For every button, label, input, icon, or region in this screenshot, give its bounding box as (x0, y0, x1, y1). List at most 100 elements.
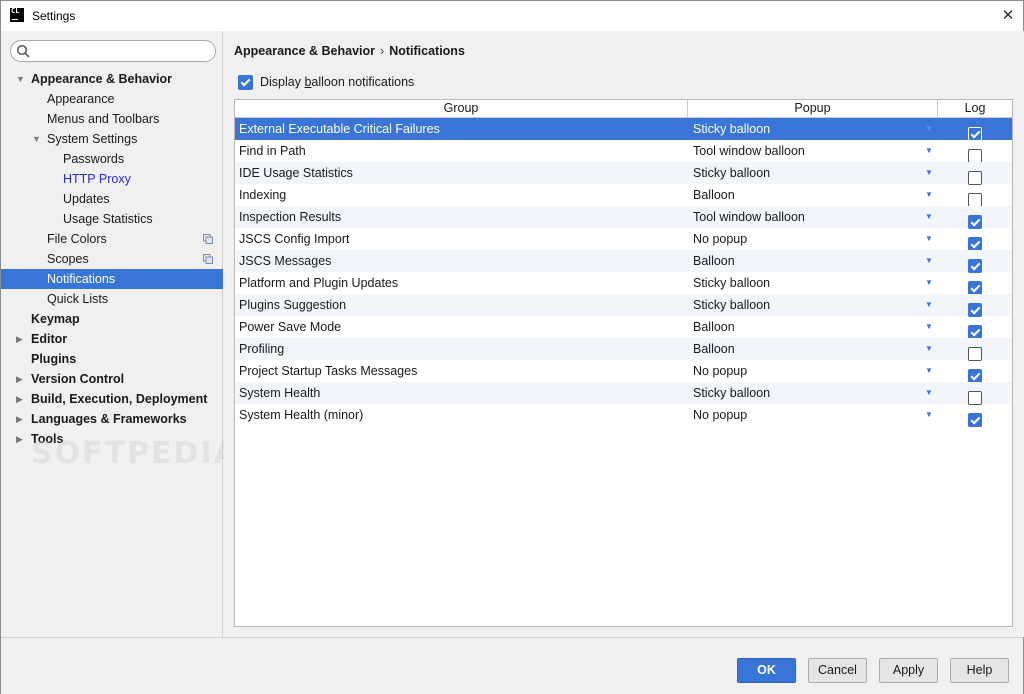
log-checkbox[interactable] (968, 302, 982, 317)
group-cell: Plugins Suggestion (239, 298, 347, 312)
collapsed-arrow-icon[interactable]: ▶ (16, 389, 26, 409)
group-cell: Platform and Plugin Updates (239, 276, 399, 290)
search-input[interactable] (35, 43, 210, 59)
popup-dropdown-value[interactable]: Balloon (693, 250, 735, 272)
log-checkbox[interactable] (968, 126, 982, 141)
log-checkbox[interactable] (968, 214, 982, 229)
dropdown-caret-icon[interactable]: ▼ (925, 162, 933, 184)
sidebar-item[interactable]: File Colors (1, 229, 223, 249)
sidebar-item[interactable]: ▼ Appearance & Behavior (1, 69, 223, 89)
expanded-arrow-icon[interactable]: ▼ (32, 129, 42, 149)
log-checkbox[interactable] (968, 192, 982, 207)
collapsed-arrow-icon[interactable]: ▶ (16, 429, 26, 449)
log-checkbox[interactable] (968, 346, 982, 361)
dropdown-caret-icon[interactable]: ▼ (925, 294, 933, 316)
dropdown-caret-icon[interactable]: ▼ (925, 360, 933, 382)
dropdown-caret-icon[interactable]: ▼ (925, 338, 933, 360)
table-row[interactable]: IDE Usage Statistics Sticky balloon ▼ (235, 162, 1012, 185)
sidebar-item[interactable]: Updates (1, 189, 223, 209)
sidebar-item[interactable]: ▶ Version Control (1, 369, 223, 389)
collapsed-arrow-icon[interactable]: ▶ (16, 409, 26, 429)
ok-button[interactable]: OK (737, 658, 796, 683)
display-balloon-checkbox[interactable] (238, 75, 253, 90)
sidebar-item[interactable]: Usage Statistics (1, 209, 223, 229)
apply-button[interactable]: Apply (879, 658, 938, 683)
log-checkbox[interactable] (968, 324, 982, 339)
dropdown-caret-icon[interactable]: ▼ (925, 140, 933, 162)
close-icon[interactable]: ✕ (997, 5, 1019, 27)
cancel-button[interactable]: Cancel (808, 658, 867, 683)
table-row[interactable]: Plugins Suggestion Sticky balloon ▼ (235, 294, 1012, 317)
popup-dropdown-value[interactable]: Sticky balloon (693, 272, 770, 294)
sidebar-item-label: Languages & Frameworks (31, 412, 187, 426)
sidebar-item[interactable]: Scopes (1, 249, 223, 269)
popup-dropdown-value[interactable]: Balloon (693, 338, 735, 360)
search-box[interactable] (10, 40, 216, 62)
sidebar-item[interactable]: Passwords (1, 149, 223, 169)
dropdown-caret-icon[interactable]: ▼ (925, 316, 933, 338)
column-header-log[interactable]: Log (938, 100, 1012, 117)
dropdown-caret-icon[interactable]: ▼ (925, 382, 933, 404)
dropdown-caret-icon[interactable]: ▼ (925, 272, 933, 294)
popup-dropdown-value[interactable]: Sticky balloon (693, 118, 770, 140)
popup-dropdown-value[interactable]: Tool window balloon (693, 140, 805, 162)
log-checkbox[interactable] (968, 280, 982, 295)
expanded-arrow-icon[interactable]: ▼ (16, 69, 26, 89)
sidebar-item[interactable]: ▶ Languages & Frameworks (1, 409, 223, 429)
sidebar-item[interactable]: Plugins (1, 349, 223, 369)
table-row[interactable]: System Health Sticky balloon ▼ (235, 382, 1012, 405)
table-row[interactable]: Profiling Balloon ▼ (235, 338, 1012, 361)
dropdown-caret-icon[interactable]: ▼ (925, 404, 933, 426)
dropdown-caret-icon[interactable]: ▼ (925, 118, 933, 140)
popup-dropdown-value[interactable]: Tool window balloon (693, 206, 805, 228)
log-checkbox[interactable] (968, 258, 982, 273)
collapsed-arrow-icon[interactable]: ▶ (16, 369, 26, 389)
column-header-popup[interactable]: Popup (688, 100, 938, 117)
table-row[interactable]: Inspection Results Tool window balloon ▼ (235, 206, 1012, 229)
popup-dropdown-value[interactable]: Balloon (693, 316, 735, 338)
table-row[interactable]: JSCS Config Import No popup ▼ (235, 228, 1012, 251)
help-button[interactable]: Help (950, 658, 1009, 683)
dropdown-caret-icon[interactable]: ▼ (925, 184, 933, 206)
log-checkbox[interactable] (968, 236, 982, 251)
sidebar-item[interactable]: ▼ System Settings (1, 129, 223, 149)
sidebar-item[interactable]: Quick Lists (1, 289, 223, 309)
dropdown-caret-icon[interactable]: ▼ (925, 228, 933, 250)
popup-dropdown-value[interactable]: No popup (693, 360, 747, 382)
popup-dropdown-value[interactable]: No popup (693, 228, 747, 250)
sidebar-item[interactable]: Notifications (1, 269, 223, 289)
log-checkbox[interactable] (968, 170, 982, 185)
log-checkbox[interactable] (968, 148, 982, 163)
sidebar-item-label: Version Control (31, 372, 125, 386)
dropdown-caret-icon[interactable]: ▼ (925, 250, 933, 272)
table-row[interactable]: JSCS Messages Balloon ▼ (235, 250, 1012, 273)
table-row[interactable]: Find in Path Tool window balloon ▼ (235, 140, 1012, 163)
column-header-group[interactable]: Group (235, 100, 688, 117)
sidebar-item[interactable]: ▶ Build, Execution, Deployment (1, 389, 223, 409)
table-row[interactable]: Platform and Plugin Updates Sticky balloo… (235, 272, 1012, 295)
popup-dropdown-value[interactable]: Sticky balloon (693, 382, 770, 404)
popup-dropdown-value[interactable]: Sticky balloon (693, 294, 770, 316)
table-row[interactable]: Project Startup Tasks Messages No popup ▼ (235, 360, 1012, 383)
table-row[interactable]: Power Save Mode Balloon ▼ (235, 316, 1012, 339)
popup-dropdown-value[interactable]: No popup (693, 404, 747, 426)
popup-dropdown-value[interactable]: Sticky balloon (693, 162, 770, 184)
dropdown-caret-icon[interactable]: ▼ (925, 206, 933, 228)
log-checkbox[interactable] (968, 368, 982, 383)
log-checkbox[interactable] (968, 412, 982, 427)
sidebar-item[interactable]: ▶ Editor (1, 329, 223, 349)
collapsed-arrow-icon[interactable]: ▶ (16, 329, 26, 349)
sidebar-item-label: Editor (31, 332, 68, 346)
table-row[interactable]: System Health (minor) No popup ▼ (235, 404, 1012, 427)
table-row[interactable]: External Executable Critical Failures Sti… (235, 118, 1012, 141)
popup-dropdown-value[interactable]: Balloon (693, 184, 735, 206)
sidebar-item[interactable]: Appearance (1, 89, 223, 109)
sidebar-item[interactable]: HTTP Proxy (1, 169, 223, 189)
group-cell: Power Save Mode (239, 320, 342, 334)
log-checkbox[interactable] (968, 390, 982, 405)
sidebar-item-label: Appearance (47, 92, 115, 106)
dialog-footer: OK Cancel Apply Help (1, 637, 1023, 694)
table-row[interactable]: Indexing Balloon ▼ (235, 184, 1012, 207)
sidebar-item[interactable]: Keymap (1, 309, 223, 329)
sidebar-item[interactable]: Menus and Toolbars (1, 109, 223, 129)
